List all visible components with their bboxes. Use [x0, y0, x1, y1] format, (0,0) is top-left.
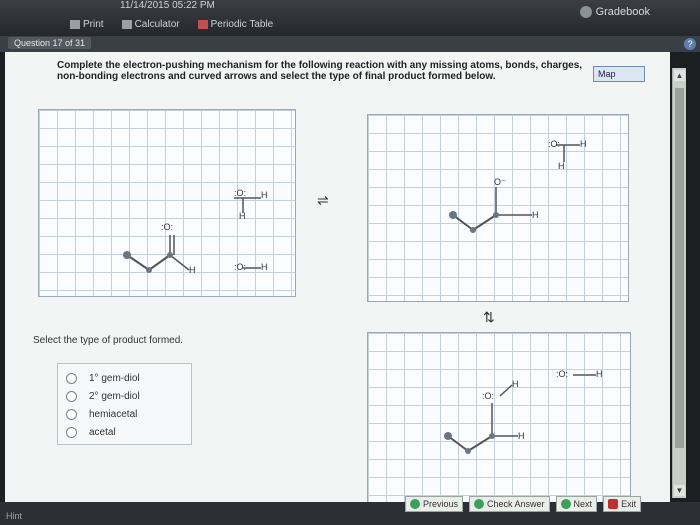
oxonium-hydrogen: H	[512, 379, 519, 389]
instruction-text: Complete the electron-pushing mechanism …	[57, 60, 583, 82]
vertical-scrollbar[interactable]: ▲ ▼	[672, 68, 686, 498]
water-hydrogen-4: H	[596, 369, 603, 379]
choice-label: 2° gem-diol	[89, 390, 140, 402]
check-answer-label: Check Answer	[487, 499, 545, 509]
help-icon[interactable]: ?	[684, 38, 696, 50]
hydrogen-atom: H	[189, 265, 196, 275]
scroll-up-icon[interactable]: ▲	[674, 70, 685, 81]
print-label: Print	[83, 19, 104, 30]
next-label: Next	[573, 499, 593, 509]
radio-button[interactable]	[66, 390, 77, 402]
periodic-table-icon	[197, 20, 208, 29]
previous-button[interactable]: Previous	[405, 496, 464, 512]
hint-link[interactable]: Hint	[6, 511, 22, 521]
previous-icon	[410, 499, 420, 509]
hydrogen-atom-3: H	[518, 431, 525, 441]
choice-label: acetal	[89, 426, 116, 438]
periodic-table-button[interactable]: Periodic Table	[197, 19, 274, 30]
alkoxide-oxygen: O⁻	[494, 177, 506, 187]
molecule-2	[449, 144, 580, 233]
hydrogen-atom-2: H	[532, 210, 539, 220]
drawing-canvas-2[interactable]: O⁻ H :O: H H	[367, 114, 629, 302]
question-content: Complete the electron-pushing mechanism …	[5, 52, 670, 507]
gradebook-label: Gradebook	[595, 6, 650, 18]
protonated-oxygen: :O:	[482, 391, 495, 401]
select-prompt: Select the type of product formed.	[33, 335, 184, 346]
check-icon	[474, 499, 485, 509]
print-button[interactable]: Print	[70, 19, 104, 30]
drawing-canvas-3[interactable]: :O: H H :O: H	[367, 332, 631, 507]
exit-icon	[608, 499, 619, 509]
water-oxygen-3: :O:	[556, 369, 569, 379]
product-type-choices: 1° gem-diol 2° gem-diol hemiacetal aceta…	[57, 363, 192, 445]
choice-label: hemiacetal	[89, 408, 138, 420]
water-hydrogen-2: H	[239, 211, 246, 221]
choice-secondary-gem-diol[interactable]: 2° gem-diol	[66, 387, 183, 405]
choice-acetal[interactable]: acetal	[66, 423, 183, 441]
carbonyl-oxygen: :O:	[161, 222, 174, 232]
calculator-icon	[121, 20, 132, 29]
water-hydrogen-1: H	[261, 190, 268, 200]
water-hydrogen-3: H	[261, 262, 268, 272]
scroll-down-icon[interactable]: ▼	[674, 485, 685, 496]
radio-button[interactable]	[66, 426, 77, 438]
hydronium-hydrogen-2: H	[558, 161, 565, 171]
water-oxygen: :O:	[234, 188, 247, 198]
water-oxygen-2: :O:	[234, 262, 247, 272]
hydronium-hydrogen-1: H	[580, 139, 587, 149]
equilibrium-arrow-1: ⇌	[317, 192, 329, 208]
choice-label: 1° gem-diol	[89, 372, 140, 384]
equilibrium-arrow-2: ⇅	[483, 309, 495, 325]
calculator-label: Calculator	[134, 19, 180, 30]
molecule-3	[444, 374, 596, 454]
gradebook-icon	[579, 6, 592, 18]
drawing-canvas-1[interactable]: :O: H :O: H H :O: H	[38, 109, 296, 297]
scroll-thumb[interactable]	[675, 88, 684, 448]
toolbar: Print Calculator Periodic Table	[70, 19, 273, 30]
check-answer-button[interactable]: Check Answer	[469, 496, 550, 512]
exit-button[interactable]: Exit	[603, 496, 642, 512]
molecule-1	[123, 197, 261, 273]
choice-hemiacetal[interactable]: hemiacetal	[66, 405, 183, 423]
timestamp: 11/14/2015 05:22 PM	[120, 0, 215, 11]
navigation-buttons: Previous Check Answer Next Exit	[405, 496, 642, 512]
next-button[interactable]: Next	[555, 496, 598, 512]
question-counter: Question 17 of 31	[8, 37, 92, 49]
radio-button[interactable]	[66, 408, 77, 420]
question-bar: Question 17 of 31 ?	[0, 36, 700, 52]
top-bar: 11/14/2015 05:22 PM Gradebook Print Calc…	[0, 0, 700, 36]
periodic-table-label: Periodic Table	[210, 19, 274, 30]
map-button[interactable]: Map	[593, 66, 645, 82]
choice-primary-gem-diol[interactable]: 1° gem-diol	[66, 369, 183, 387]
radio-button[interactable]	[66, 372, 77, 384]
previous-label: Previous	[423, 499, 459, 509]
hydronium-oxygen: :O:	[548, 139, 561, 149]
calculator-button[interactable]: Calculator	[121, 19, 180, 30]
gradebook-link[interactable]: Gradebook	[579, 6, 650, 18]
printer-icon	[70, 20, 80, 29]
next-icon	[560, 499, 571, 509]
exit-label: Exit	[621, 499, 637, 509]
